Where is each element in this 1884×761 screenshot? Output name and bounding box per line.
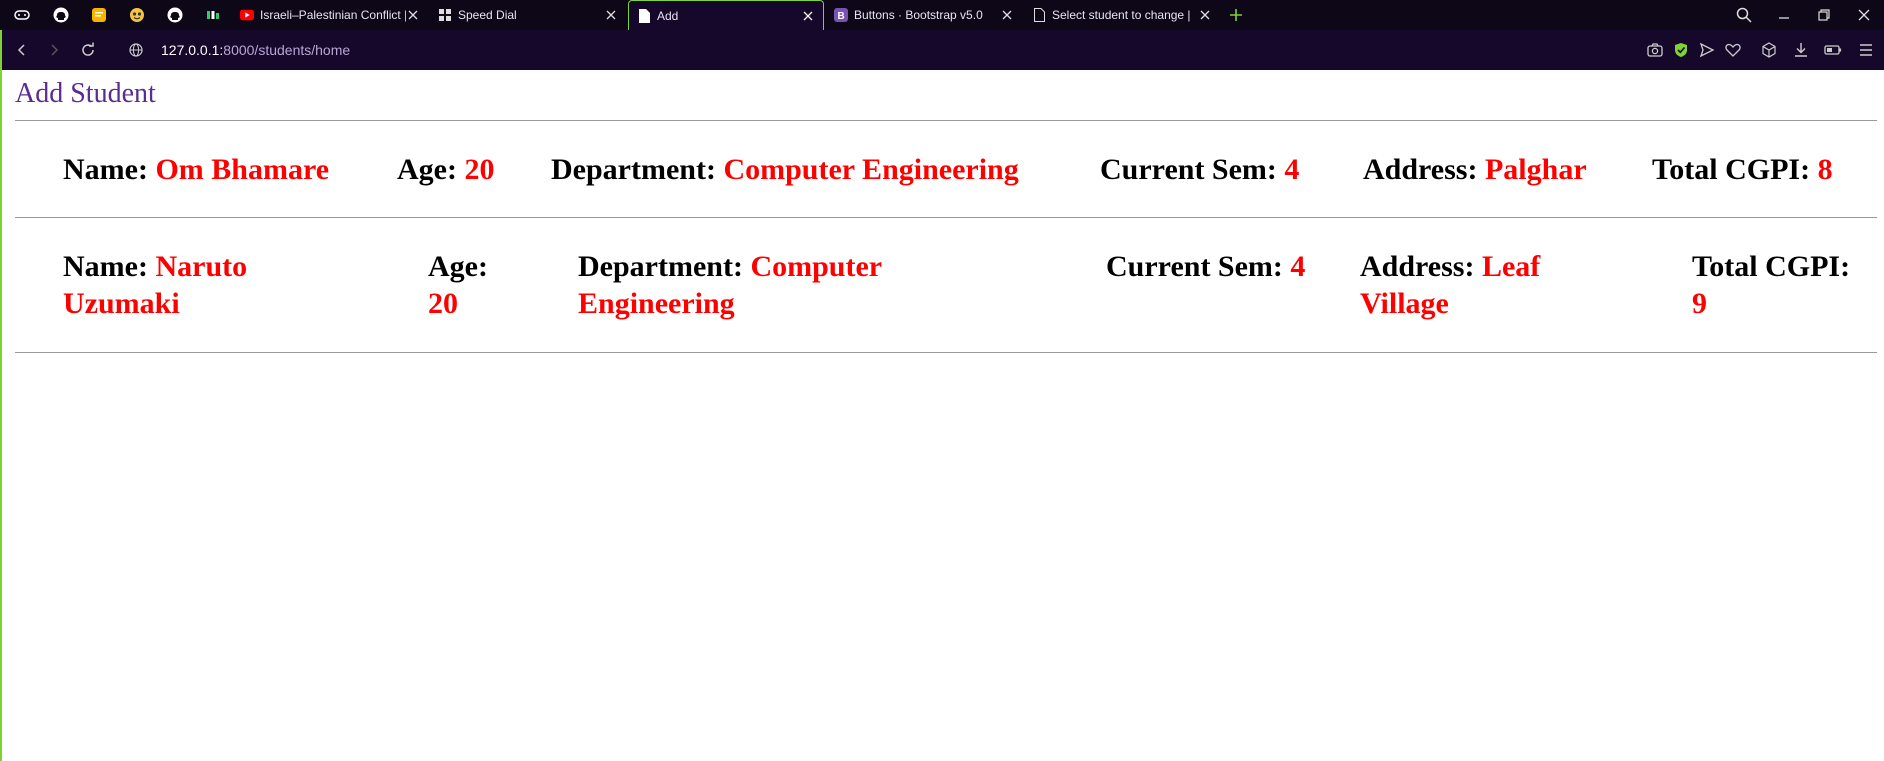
svg-text:B: B [838,11,845,22]
age-value: 20 [464,153,495,186]
battery-icon[interactable] [1823,40,1843,60]
divider [15,217,1877,218]
student-address-field: Address: Palghar [1363,151,1587,188]
student-age-field: Age: 20 [397,151,494,188]
address-label: Address: [1360,250,1475,283]
url-path: 8000/students/home [223,42,351,58]
cgpi-label: Total CGPI: [1692,250,1851,283]
search-icon[interactable] [1734,5,1754,25]
sem-label: Current Sem: [1100,153,1277,186]
age-label: Age: [428,250,488,283]
page-content: Add Student Name: Om Bhamare Age: 20 Dep… [0,70,1884,761]
send-icon[interactable] [1697,40,1717,60]
student-sem-field: Current Sem: 4 [1106,248,1316,285]
notes-icon[interactable] [89,5,109,25]
tab-select-student[interactable]: Select student to change | [1024,0,1220,30]
department-value: Computer Engineering [723,153,1019,186]
student-department-field: Department: Computer Engineering [551,151,1019,188]
address-value: Palghar [1484,153,1587,186]
tab-title: Add [657,8,679,23]
close-tab-icon[interactable] [801,9,815,23]
github-icon[interactable] [165,5,185,25]
name-value: Om Bhamare [155,153,330,186]
minimize-icon[interactable] [1774,5,1794,25]
page-icon [637,8,651,23]
student-department-field: Department: Computer Engineering [578,248,958,322]
cube-icon[interactable] [1759,40,1779,60]
student-cgpi-field: Total CGPI: 8 [1652,151,1833,188]
close-window-icon[interactable] [1854,5,1874,25]
browser-chrome: Israeli–Palestinian Conflict | Speed Dia… [0,0,1884,70]
cgpi-value: 8 [1817,153,1833,186]
name-label: Name: [63,153,148,186]
cgpi-value: 9 [1692,287,1707,320]
gamepad-icon[interactable] [12,5,32,25]
student-age-field: Age: 20 [428,248,518,322]
student-name-field: Name: Om Bhamare [63,151,329,188]
close-tab-icon[interactable] [1198,8,1212,22]
name-label: Name: [63,250,148,283]
cgpi-label: Total CGPI: [1652,153,1811,186]
age-value: 20 [428,287,458,320]
department-label: Department: [578,250,743,283]
page-icon [1032,8,1046,22]
student-name-field: Name: Naruto Uzumaki [63,248,323,322]
camera-icon[interactable] [1645,40,1665,60]
close-tab-icon[interactable] [604,8,618,22]
bootstrap-icon: B [834,8,848,22]
download-icon[interactable] [1791,40,1811,60]
tab-title: Buttons · Bootstrap v5.0 [854,8,983,22]
new-tab-plus-icon[interactable] [1226,5,1246,25]
tab-bar: Israeli–Palestinian Conflict | Speed Dia… [0,0,1884,30]
back-icon[interactable] [12,40,32,60]
tab-title: Speed Dial [458,8,517,22]
sem-value: 4 [1290,250,1306,283]
address-bar: 127.0.0.1:8000/students/home [0,30,1884,70]
department-label: Department: [551,153,716,186]
divider [15,120,1877,121]
url-field[interactable]: 127.0.0.1:8000/students/home [161,40,350,60]
stocks-icon[interactable] [203,5,223,25]
student-cgpi-field: Total CGPI: 9 [1692,248,1867,322]
tab-title: Israeli–Palestinian Conflict | [260,8,406,22]
shield-icon[interactable] [1671,40,1691,60]
close-tab-icon[interactable] [1000,8,1014,22]
menu-icon[interactable] [1856,40,1876,60]
sem-value: 4 [1284,153,1300,186]
github-icon[interactable] [51,5,71,25]
age-label: Age: [397,153,457,186]
tab-israeli-palestinian[interactable]: Israeli–Palestinian Conflict | [232,0,428,30]
speed-dial-icon [438,8,452,22]
student-address-field: Address: Leaf Village [1360,248,1590,322]
emoji-icon[interactable] [127,5,147,25]
url-host: 127.0.0.1: [161,42,224,58]
tab-title: Select student to change | [1052,8,1191,22]
address-label: Address: [1363,153,1478,186]
student-sem-field: Current Sem: 4 [1100,151,1299,188]
youtube-icon [240,8,254,22]
restore-icon[interactable] [1814,5,1834,25]
close-tab-icon[interactable] [406,8,420,22]
globe-icon [126,40,146,60]
heart-icon[interactable] [1723,40,1743,60]
divider [15,352,1877,353]
tab-bootstrap-buttons[interactable]: B Buttons · Bootstrap v5.0 [826,0,1022,30]
reload-icon[interactable] [78,40,98,60]
tab-speed-dial[interactable]: Speed Dial [430,0,626,30]
sem-label: Current Sem: [1106,250,1283,283]
page-title: Add Student [15,78,156,109]
tab-add[interactable]: Add [628,0,824,30]
forward-icon[interactable] [44,40,64,60]
